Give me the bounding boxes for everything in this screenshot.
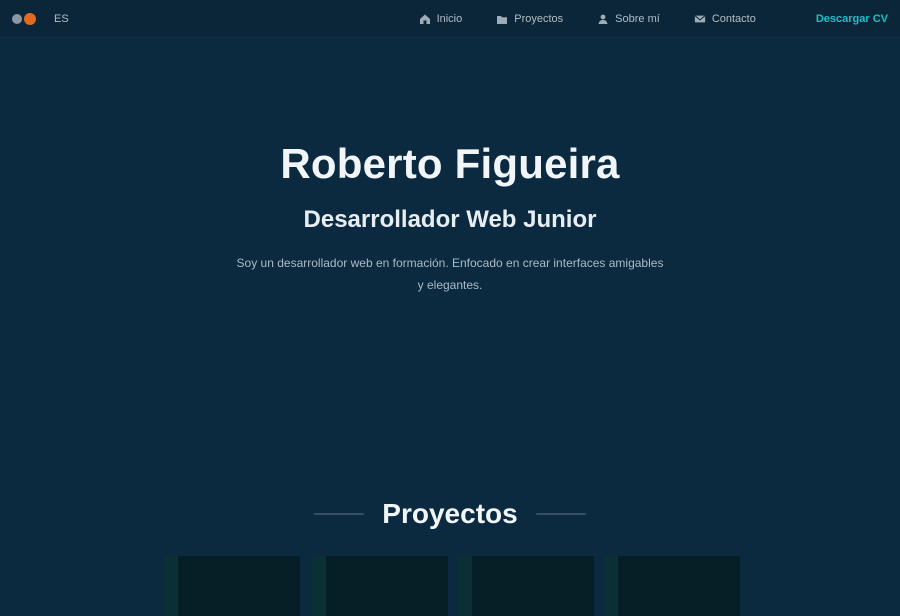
card-accent — [317, 566, 321, 600]
nav-item-label: Proyectos — [514, 12, 564, 25]
projects-section: Proyectos — [0, 498, 900, 530]
language-selector[interactable]: ES — [54, 13, 69, 25]
nav-item-label: Inicio — [436, 12, 463, 25]
mail-icon — [694, 13, 706, 25]
card-accent — [169, 566, 173, 600]
card-accent — [609, 566, 613, 600]
title-divider-right — [535, 513, 586, 515]
home-icon — [419, 13, 431, 25]
project-card[interactable] — [164, 556, 300, 616]
project-cards — [0, 556, 900, 616]
title-divider-left — [314, 513, 365, 515]
project-card[interactable] — [604, 556, 740, 616]
brand[interactable] — [12, 0, 36, 38]
project-card[interactable] — [458, 556, 594, 616]
hero-description: Soy un desarrollador web en formación. E… — [236, 256, 664, 292]
download-cv-button[interactable]: Descargar CV — [816, 7, 888, 31]
user-icon — [597, 13, 609, 25]
projects-title: Proyectos — [382, 498, 518, 529]
nav-item-projects[interactable]: Proyectos — [496, 13, 563, 25]
main-nav: Inicio Proyectos Sobre mí Contacto Desca… — [419, 7, 888, 31]
logo-dot-primary — [24, 12, 36, 25]
nav-item-home[interactable]: Inicio — [419, 12, 463, 25]
logo-icon — [12, 12, 36, 25]
top-navigation-bar: ES Inicio Proyectos Sobre mí Contacto De… — [0, 0, 900, 38]
nav-item-label: Contacto — [711, 12, 756, 25]
logo-dot-secondary — [12, 13, 22, 24]
hero-section: Roberto Figueira Desarrollador Web Junio… — [0, 140, 900, 296]
hero-role: Desarrollador Web Junior — [303, 206, 597, 233]
hero-name: Roberto Figueira — [280, 140, 620, 187]
folder-icon — [496, 13, 508, 25]
project-card[interactable] — [312, 556, 448, 616]
nav-item-contact[interactable]: Contacto — [694, 13, 756, 25]
nav-item-about[interactable]: Sobre mí — [597, 13, 660, 25]
nav-item-label: Sobre mí — [615, 12, 660, 25]
projects-title-row: Proyectos — [0, 498, 900, 530]
card-accent — [463, 566, 467, 600]
